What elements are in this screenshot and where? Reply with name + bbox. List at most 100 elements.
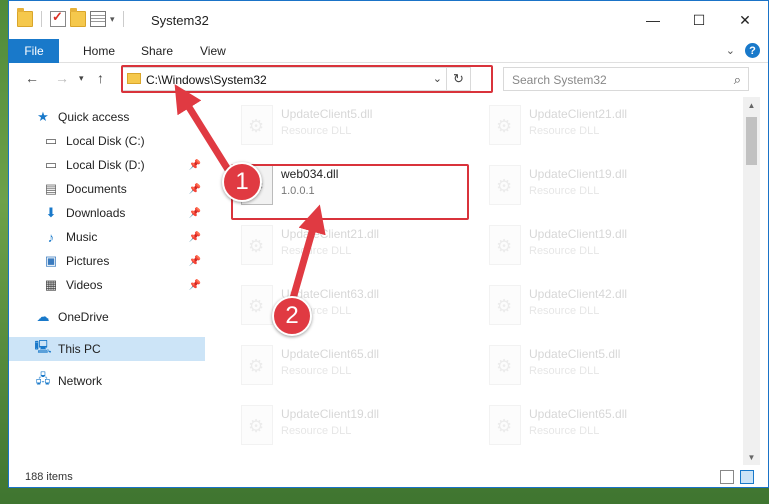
list-item[interactable]: UpdateClient19.dll Resource DLL (481, 219, 721, 279)
sidebar-item-this-pc[interactable]: 🖳 This PC (9, 337, 205, 361)
dll-file-icon (241, 405, 273, 445)
file-name: UpdateClient5.dll (529, 347, 621, 361)
file-name: UpdateClient42.dll (529, 287, 628, 301)
details-view-icon[interactable] (720, 470, 734, 484)
file-name: UpdateClient19.dll (529, 227, 628, 241)
file-name: UpdateClient21.dll (281, 227, 380, 241)
scrollbar-thumb[interactable] (746, 117, 757, 165)
search-icon[interactable]: ⌕ (734, 72, 741, 88)
scroll-up-icon[interactable]: ▲ (743, 97, 760, 113)
chevron-down-icon[interactable]: ▾ (110, 14, 115, 25)
ribbon-tabs: File Home Share View ⌄ ? (9, 39, 768, 63)
up-arrow-icon[interactable]: ↑ (97, 70, 104, 86)
drive-icon: ▭ (44, 133, 58, 148)
pin-icon[interactable]: 📌 (189, 232, 201, 243)
window-controls: — ☐ ✕ (630, 1, 768, 39)
pin-icon[interactable]: 📌 (189, 208, 201, 219)
sidebar-item-network[interactable]: 🖧 Network (9, 369, 205, 393)
dll-file-icon (241, 285, 273, 325)
divider (41, 11, 42, 27)
pin-icon[interactable]: 📌 (189, 160, 201, 171)
tab-view[interactable]: View (200, 39, 226, 63)
vertical-scrollbar[interactable]: ▲ ▼ (743, 97, 760, 465)
file-name: UpdateClient21.dll (529, 107, 628, 121)
expand-ribbon-icon[interactable]: ⌄ (726, 44, 735, 57)
dll-file-icon (241, 105, 273, 145)
sidebar-item-label: Documents (66, 182, 127, 196)
sidebar-item-onedrive[interactable]: ☁ OneDrive (9, 305, 205, 329)
sidebar-item-local-disk-d[interactable]: ▭ Local Disk (D:) 📌 (9, 153, 205, 177)
network-icon: 🖧 (35, 371, 51, 386)
cloud-icon: ☁ (36, 309, 50, 324)
sidebar-item-label: Local Disk (C:) (66, 134, 145, 148)
ribbon-right-controls: ⌄ ? (726, 43, 760, 58)
file-type: Resource DLL (529, 425, 600, 437)
dll-file-icon (489, 225, 521, 265)
explorer-window: ▾ System32 — ☐ ✕ File Home Share View ⌄ … (8, 0, 769, 488)
sidebar-item-quick-access[interactable]: ★ Quick access (9, 105, 205, 129)
large-icons-view-icon[interactable] (740, 470, 754, 484)
list-item[interactable]: UpdateClient42.dll Resource DLL (481, 279, 721, 339)
scroll-down-icon[interactable]: ▼ (743, 449, 760, 465)
sidebar-item-label: This PC (58, 342, 101, 356)
file-type: Resource DLL (529, 125, 600, 137)
sidebar-item-label: Videos (66, 278, 103, 292)
maximize-button[interactable]: ☐ (676, 1, 722, 39)
file-name: UpdateClient5.dll (281, 107, 373, 121)
list-item[interactable]: UpdateClient21.dll Resource DLL (233, 219, 473, 279)
list-item[interactable]: UpdateClient5.dll Resource DLL (481, 339, 721, 399)
list-item[interactable]: UpdateClient5.dll Resource DLL (233, 99, 473, 159)
recent-locations-icon[interactable]: ▾ (79, 73, 84, 84)
help-icon[interactable]: ? (745, 43, 760, 58)
list-item[interactable]: UpdateClient21.dll Resource DLL (481, 99, 721, 159)
properties-check-icon[interactable] (50, 9, 66, 27)
view-toggle (720, 470, 754, 484)
file-type: Resource DLL (281, 365, 352, 377)
dll-file-icon (489, 165, 521, 205)
search-placeholder: Search System32 (512, 73, 607, 87)
dll-file-icon (489, 405, 521, 445)
downloads-icon: ⬇ (45, 205, 57, 220)
pin-icon[interactable]: 📌 (189, 184, 201, 195)
sidebar-item-videos[interactable]: ▦ Videos 📌 (9, 273, 205, 297)
file-type: Resource DLL (281, 425, 352, 437)
list-item[interactable]: UpdateClient65.dll Resource DLL (233, 339, 473, 399)
list-item[interactable]: UpdateClient63.dll Resource DLL (233, 279, 473, 339)
sidebar-item-label: OneDrive (58, 310, 109, 324)
file-list: UpdateClient5.dll Resource DLL web034.dl… (217, 97, 743, 465)
customize-toolbar-icon[interactable] (90, 11, 106, 27)
title-bar: ▾ System32 — ☐ ✕ (9, 1, 768, 39)
pin-icon[interactable]: 📌 (189, 256, 201, 267)
tab-home[interactable]: Home (83, 39, 115, 63)
list-item[interactable]: UpdateClient65.dll Resource DLL (481, 399, 721, 459)
pictures-icon: ▣ (44, 253, 58, 268)
dll-file-icon (489, 105, 521, 145)
forward-arrow-icon[interactable]: → (55, 70, 69, 86)
sidebar-item-documents[interactable]: ▤ Documents 📌 (9, 177, 205, 201)
tab-file[interactable]: File (9, 39, 59, 63)
sidebar-item-local-disk-c[interactable]: ▭ Local Disk (C:) (9, 129, 205, 153)
pin-icon[interactable]: 📌 (189, 280, 201, 291)
file-type: Resource DLL (529, 365, 600, 377)
file-name: UpdateClient19.dll (281, 407, 380, 421)
divider (122, 11, 124, 27)
list-item[interactable]: UpdateClient19.dll Resource DLL (481, 159, 721, 219)
sidebar-item-downloads[interactable]: ⬇ Downloads 📌 (9, 201, 205, 225)
step-1-badge: 1 (222, 162, 262, 202)
list-item[interactable]: UpdateClient19.dll Resource DLL (233, 399, 473, 459)
search-input[interactable]: Search System32 ⌕ (503, 67, 749, 91)
sidebar-item-label: Music (66, 230, 98, 244)
sidebar-item-label: Downloads (66, 206, 126, 220)
file-type: Resource DLL (529, 245, 600, 257)
navigation-pane: ★ Quick access ▭ Local Disk (C:) ▭ Local… (9, 97, 205, 465)
tab-share[interactable]: Share (141, 39, 173, 63)
sidebar-item-music[interactable]: ♪ Music 📌 (9, 225, 205, 249)
sidebar-item-pictures[interactable]: ▣ Pictures 📌 (9, 249, 205, 273)
quick-access-toolbar: ▾ (17, 8, 128, 27)
new-folder-icon[interactable] (70, 8, 86, 27)
music-icon: ♪ (47, 229, 55, 245)
computer-icon: 🖳 (34, 339, 52, 354)
close-button[interactable]: ✕ (722, 1, 768, 39)
minimize-button[interactable]: — (630, 1, 676, 39)
back-arrow-icon[interactable]: ← (25, 70, 39, 86)
